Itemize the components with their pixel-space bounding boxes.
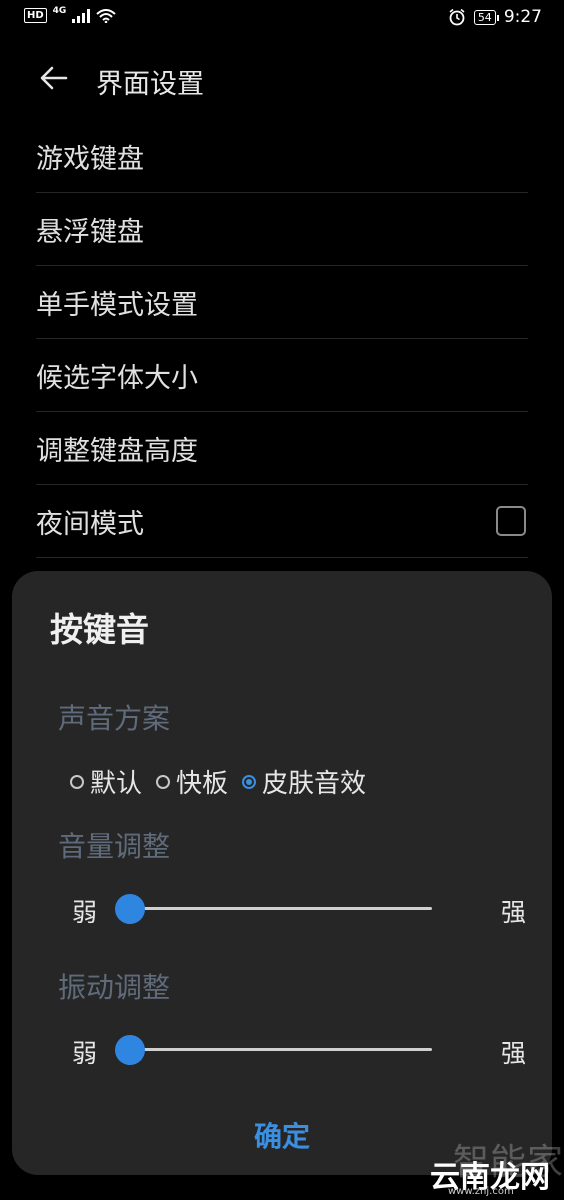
sound-scheme-title: 声音方案 bbox=[58, 702, 171, 735]
volume-title: 音量调整 bbox=[58, 830, 171, 863]
setting-night-mode[interactable]: 夜间模式 bbox=[36, 485, 528, 558]
hd-badge: HD bbox=[24, 8, 47, 23]
setting-label: 夜间模式 bbox=[36, 508, 144, 540]
wifi-icon bbox=[96, 8, 116, 23]
setting-label: 候选字体大小 bbox=[36, 362, 198, 394]
key-sound-dialog: 按键音 声音方案 默认 快板 皮肤音效 音量调整 弱 强 振动调整 弱 强 确定 bbox=[12, 571, 552, 1175]
radio-button[interactable] bbox=[70, 774, 84, 789]
setting-label: 游戏键盘 bbox=[36, 143, 144, 175]
battery-icon: 54 bbox=[473, 9, 499, 25]
radio-button-selected[interactable] bbox=[242, 774, 257, 789]
signal-icon bbox=[72, 8, 91, 23]
slider-thumb[interactable] bbox=[115, 894, 145, 924]
status-left: HD 4G bbox=[24, 5, 116, 23]
radio-label: 快板 bbox=[176, 769, 229, 799]
setting-candidate-font-size[interactable]: 候选字体大小 bbox=[36, 339, 528, 412]
setting-label: 调整键盘高度 bbox=[36, 435, 198, 467]
setting-label: 悬浮键盘 bbox=[36, 216, 144, 248]
radio-label: 皮肤音效 bbox=[262, 769, 367, 799]
setting-label: 单手模式设置 bbox=[36, 289, 198, 321]
network-type: 4G bbox=[52, 5, 67, 16]
slider-min-label: 弱 bbox=[72, 1039, 98, 1068]
vibration-slider[interactable]: 弱 强 bbox=[72, 1030, 526, 1070]
slider-max-label: 强 bbox=[500, 1039, 526, 1068]
slider-min-label: 弱 bbox=[72, 898, 98, 927]
setting-keyboard-height[interactable]: 调整键盘高度 bbox=[36, 412, 528, 485]
watermark-url: www.znj.com bbox=[448, 1186, 514, 1197]
app-header: 界面设置 bbox=[0, 52, 564, 108]
clock: 9:27 bbox=[503, 7, 542, 27]
back-arrow-icon[interactable] bbox=[36, 60, 72, 96]
alarm-icon bbox=[449, 8, 465, 26]
status-bar: HD 4G 54 9:27 bbox=[0, 0, 564, 36]
slider-track[interactable] bbox=[115, 1035, 432, 1065]
radio-option-skin-sound[interactable]: 皮肤音效 bbox=[242, 763, 366, 800]
radio-option-kuaiban[interactable]: 快板 bbox=[156, 763, 228, 800]
slider-track[interactable] bbox=[115, 894, 432, 924]
dialog-title: 按键音 bbox=[50, 610, 149, 649]
vibration-title: 振动调整 bbox=[58, 971, 171, 1004]
setting-floating-keyboard[interactable]: 悬浮键盘 bbox=[36, 193, 528, 266]
setting-one-hand-mode[interactable]: 单手模式设置 bbox=[36, 266, 528, 339]
night-mode-checkbox[interactable] bbox=[496, 506, 526, 536]
slider-max-label: 强 bbox=[500, 898, 526, 927]
radio-option-default[interactable]: 默认 bbox=[70, 763, 142, 800]
radio-label: 默认 bbox=[90, 769, 143, 799]
sound-scheme-options: 默认 快板 皮肤音效 bbox=[70, 763, 380, 800]
setting-game-keyboard[interactable]: 游戏键盘 bbox=[36, 120, 528, 193]
page-title: 界面设置 bbox=[96, 69, 204, 100]
slider-thumb[interactable] bbox=[115, 1035, 145, 1065]
settings-list: 游戏键盘 悬浮键盘 单手模式设置 候选字体大小 调整键盘高度 夜间模式 bbox=[36, 120, 528, 558]
radio-button[interactable] bbox=[156, 774, 171, 789]
volume-slider[interactable]: 弱 强 bbox=[72, 889, 526, 929]
status-right: 54 9:27 bbox=[448, 7, 542, 27]
